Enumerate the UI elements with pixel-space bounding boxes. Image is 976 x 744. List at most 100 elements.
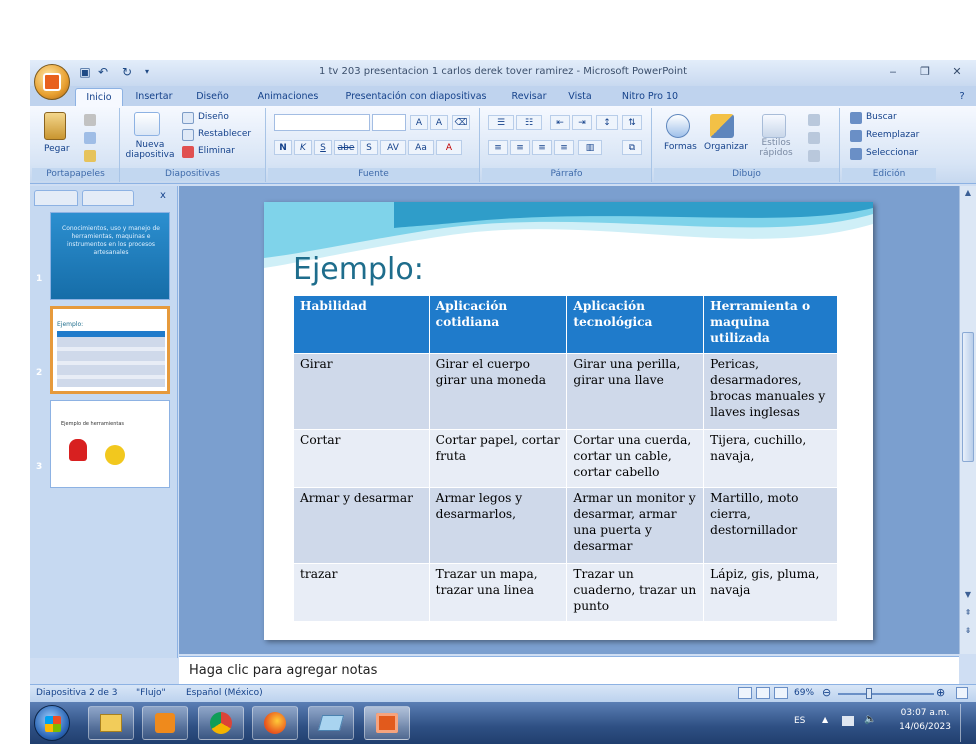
tab-diseno[interactable]: Diseño	[190, 88, 235, 106]
save-icon[interactable]: ▣	[78, 65, 92, 79]
zoom-level[interactable]: 69%	[794, 688, 814, 698]
align-left-icon[interactable]: ≡	[488, 140, 508, 155]
tab-presentacion[interactable]: Presentación con diapositivas	[336, 88, 496, 106]
tray-expand-icon[interactable]: ▲	[822, 715, 828, 724]
arrange-button[interactable]: Organizar	[704, 142, 748, 152]
zoom-in-icon[interactable]: ⊕	[936, 686, 945, 699]
shrink-font-button[interactable]: A	[430, 115, 448, 130]
quick-styles-icon[interactable]	[762, 114, 786, 138]
numbering-icon[interactable]: ☷	[516, 115, 542, 130]
slide-title[interactable]: Ejemplo:	[293, 252, 424, 287]
sorter-view-icon[interactable]	[756, 687, 770, 699]
slide-canvas[interactable]: Ejemplo: Habilidad Aplicación cotidiana …	[264, 202, 873, 640]
taskbar-explorer[interactable]	[88, 706, 134, 740]
zoom-slider-thumb[interactable]	[866, 688, 872, 699]
restore-button[interactable]: ❐	[914, 64, 936, 80]
redo-icon[interactable]: ↻	[120, 65, 134, 79]
fit-window-icon[interactable]	[956, 687, 968, 699]
align-right-icon[interactable]: ≡	[532, 140, 552, 155]
shape-fill-icon[interactable]	[808, 114, 820, 126]
font-size-input[interactable]	[372, 114, 406, 131]
shape-outline-icon[interactable]	[808, 132, 820, 144]
notes-pane[interactable]: Haga clic para agregar notas	[179, 656, 959, 684]
normal-view-icon[interactable]	[738, 687, 752, 699]
format-painter-icon[interactable]	[84, 150, 96, 162]
zoom-slider[interactable]	[838, 693, 934, 695]
show-desktop-button[interactable]	[960, 704, 972, 742]
tab-outline[interactable]	[82, 190, 134, 206]
close-button[interactable]: ✕	[946, 64, 968, 80]
grow-font-button[interactable]: A	[410, 115, 428, 130]
next-slide-icon[interactable]: ⇟	[962, 626, 974, 638]
bold-button[interactable]: N	[274, 140, 292, 155]
taskbar-powerpoint[interactable]	[364, 706, 410, 740]
select-button[interactable]: Seleccionar	[866, 148, 918, 158]
language-indicator[interactable]: ES	[794, 716, 805, 726]
taskbar-chrome[interactable]	[198, 706, 244, 740]
align-center-icon[interactable]: ≡	[510, 140, 530, 155]
taskbar-app[interactable]	[308, 706, 354, 740]
previous-slide-icon[interactable]: ⇞	[962, 608, 974, 620]
tab-inicio[interactable]: Inicio	[75, 88, 123, 106]
bullets-icon[interactable]: ☰	[488, 115, 514, 130]
new-slide-button[interactable]: Nueva diapositiva	[124, 140, 176, 160]
font-name-input[interactable]	[274, 114, 370, 131]
text-direction-icon[interactable]: ⇅	[622, 115, 642, 130]
copy-icon[interactable]	[84, 132, 96, 144]
reset-button[interactable]: Restablecer	[198, 129, 251, 139]
font-color-button[interactable]: A	[436, 140, 462, 155]
minimize-button[interactable]: ‒	[882, 64, 904, 80]
new-slide-icon[interactable]	[134, 112, 160, 136]
language-status[interactable]: Español (México)	[186, 688, 263, 698]
smartart-icon[interactable]: ⧉	[622, 140, 642, 155]
vertical-scrollbar[interactable]: ▲ ▼ ⇞ ⇟	[959, 186, 976, 654]
justify-icon[interactable]: ≡	[554, 140, 574, 155]
arrange-icon[interactable]	[710, 114, 734, 138]
slide-thumbnail-3[interactable]: Ejemplo de herramientas	[50, 400, 170, 488]
spacing-button[interactable]: AV	[380, 140, 406, 155]
volume-muted-icon[interactable]: 🔈	[864, 714, 876, 725]
close-pane-icon[interactable]: x	[160, 190, 166, 201]
help-icon[interactable]: ?	[954, 88, 970, 106]
taskbar-media[interactable]	[142, 706, 188, 740]
shape-effects-icon[interactable]	[808, 150, 820, 162]
content-table[interactable]: Habilidad Aplicación cotidiana Aplicació…	[293, 295, 838, 622]
shadow-button[interactable]: S	[360, 140, 378, 155]
customize-qat-icon[interactable]: ▾	[140, 65, 154, 79]
clock-date[interactable]: 14/06/2023	[898, 722, 952, 732]
notes-placeholder[interactable]: Haga clic para agregar notas	[189, 663, 377, 678]
replace-button[interactable]: Reemplazar	[866, 130, 919, 140]
office-button[interactable]	[34, 64, 70, 100]
paste-button[interactable]: Pegar	[44, 144, 70, 154]
tab-revisar[interactable]: Revisar	[506, 88, 552, 106]
decrease-indent-icon[interactable]: ⇤	[550, 115, 570, 130]
italic-button[interactable]: K	[294, 140, 312, 155]
tab-vista[interactable]: Vista	[562, 88, 598, 106]
shapes-button[interactable]: Formas	[664, 142, 697, 152]
tab-slides-outline[interactable]	[34, 190, 78, 206]
line-spacing-icon[interactable]: ↕	[596, 115, 618, 130]
increase-indent-icon[interactable]: ⇥	[572, 115, 592, 130]
clear-format-icon[interactable]: ⌫	[452, 115, 470, 130]
slide-thumbnail-2[interactable]: Ejemplo:	[50, 306, 170, 394]
tab-nitro[interactable]: Nitro Pro 10	[614, 88, 686, 106]
underline-button[interactable]: S	[314, 140, 332, 155]
slide-thumbnail-1[interactable]: Conocimientos, uso y manejo de herramien…	[50, 212, 170, 300]
find-button[interactable]: Buscar	[866, 112, 897, 122]
zoom-out-icon[interactable]: ⊖	[822, 686, 831, 699]
paste-icon[interactable]	[44, 112, 66, 140]
network-icon[interactable]	[842, 716, 854, 726]
taskbar-firefox[interactable]	[252, 706, 298, 740]
start-button[interactable]	[34, 705, 70, 741]
scroll-thumb[interactable]	[962, 332, 974, 462]
scroll-up-icon[interactable]: ▲	[962, 188, 974, 200]
undo-icon[interactable]: ↶	[96, 65, 110, 79]
change-case-button[interactable]: Aa	[408, 140, 434, 155]
shapes-icon[interactable]	[666, 114, 690, 138]
quick-styles-button[interactable]: Estilos rápidos	[754, 138, 798, 158]
slideshow-view-icon[interactable]	[774, 687, 788, 699]
columns-icon[interactable]: ▥	[578, 140, 602, 155]
tab-insertar[interactable]: Insertar	[128, 88, 180, 106]
scroll-down-icon[interactable]: ▼	[962, 590, 974, 602]
layout-button[interactable]: Diseño	[198, 112, 229, 122]
